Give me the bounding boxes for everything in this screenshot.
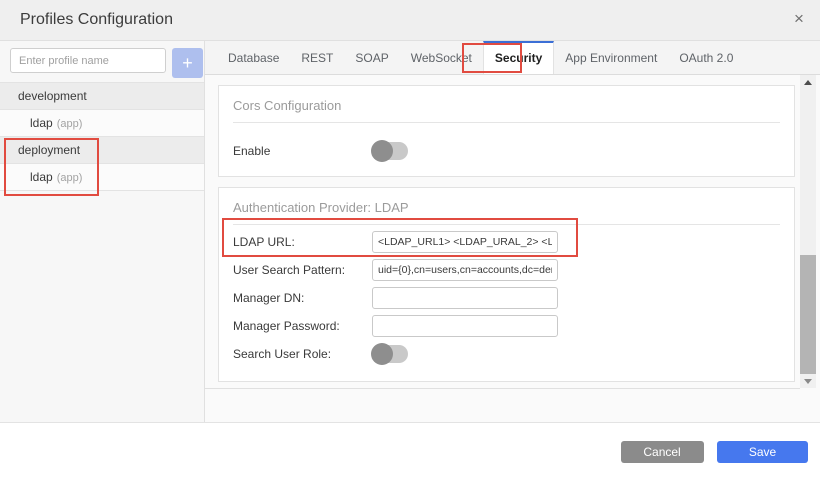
search-user-role-row: Search User Role: [233, 343, 780, 365]
search-user-role-label: Search User Role: [233, 347, 372, 361]
profile-add-row: + [0, 41, 204, 78]
sidebar-item-development[interactable]: development [0, 83, 204, 110]
profile-label: deployment [18, 143, 80, 157]
tab-database[interactable]: Database [217, 41, 290, 74]
sidebar-item-deployment[interactable]: deployment [0, 137, 204, 164]
dialog-header: Profiles Configuration × [0, 0, 820, 41]
section-divider [233, 122, 780, 123]
manager-password-input[interactable] [372, 315, 558, 337]
ldap-provider-card: Authentication Provider: LDAP LDAP URL: … [218, 187, 795, 382]
section-divider [233, 224, 780, 225]
cors-enable-row: Enable [233, 142, 780, 160]
ldap-url-label: LDAP URL: [233, 235, 372, 249]
profile-label: development [18, 89, 87, 103]
cors-section-title: Cors Configuration [233, 98, 780, 113]
profiles-sidebar: + development ldap (app) deployment ldap (… [0, 41, 205, 422]
tab-security[interactable]: Security [483, 41, 554, 74]
arrow-down-icon [804, 379, 812, 384]
tab-rest[interactable]: REST [290, 41, 344, 74]
user-search-pattern-label: User Search Pattern: [233, 263, 372, 277]
manager-dn-input[interactable] [372, 287, 558, 309]
tab-soap[interactable]: SOAP [344, 41, 399, 74]
scrollbar-thumb[interactable] [800, 255, 816, 374]
page-title: Profiles Configuration [20, 11, 173, 29]
tab-oauth[interactable]: OAuth 2.0 [668, 41, 744, 74]
vertical-scrollbar [800, 75, 816, 388]
tab-bar: Database REST SOAP WebSocket Security Ap… [205, 41, 820, 75]
app-suffix: (app) [57, 172, 83, 184]
app-label: ldap [30, 170, 53, 184]
settings-content: Database REST SOAP WebSocket Security Ap… [205, 41, 820, 422]
cors-enable-toggle[interactable] [372, 142, 408, 160]
settings-scroll-area: Cors Configuration Enable Authentication… [205, 75, 800, 389]
user-search-pattern-input[interactable] [372, 259, 558, 281]
cors-configuration-card: Cors Configuration Enable [218, 85, 795, 177]
ldap-url-input[interactable] [372, 231, 558, 253]
sidebar-item-deployment-ldap[interactable]: ldap (app) [0, 164, 204, 191]
profile-list: development ldap (app) deployment ldap (ap… [0, 82, 204, 191]
manager-dn-row: Manager DN: [233, 287, 780, 309]
enable-label: Enable [233, 144, 372, 158]
ldap-section-title: Authentication Provider: LDAP [233, 200, 780, 215]
scroll-down-button[interactable] [800, 374, 816, 388]
sidebar-item-development-ldap[interactable]: ldap (app) [0, 110, 204, 137]
user-search-pattern-row: User Search Pattern: [233, 259, 780, 281]
profile-name-input[interactable] [10, 48, 166, 73]
search-user-role-toggle[interactable] [372, 345, 408, 363]
arrow-up-icon [804, 80, 812, 85]
toggle-knob [371, 140, 393, 162]
tab-app-environment[interactable]: App Environment [554, 41, 668, 74]
save-button[interactable]: Save [717, 441, 808, 463]
app-label: ldap [30, 116, 53, 130]
ldap-form: LDAP URL: User Search Pattern: Manager D… [233, 231, 780, 365]
dialog-body: + development ldap (app) deployment ldap (… [0, 41, 820, 423]
manager-dn-label: Manager DN: [233, 291, 372, 305]
app-suffix: (app) [57, 118, 83, 130]
dialog-footer: Cancel Save [0, 424, 820, 480]
add-profile-button[interactable]: + [172, 48, 203, 78]
toggle-knob [371, 343, 393, 365]
tab-websocket[interactable]: WebSocket [400, 41, 483, 74]
manager-password-row: Manager Password: [233, 315, 780, 337]
manager-password-label: Manager Password: [233, 319, 372, 333]
close-icon[interactable]: × [789, 9, 809, 29]
ldap-url-row: LDAP URL: [233, 231, 780, 253]
scroll-up-button[interactable] [800, 75, 816, 89]
cancel-button[interactable]: Cancel [621, 441, 704, 463]
